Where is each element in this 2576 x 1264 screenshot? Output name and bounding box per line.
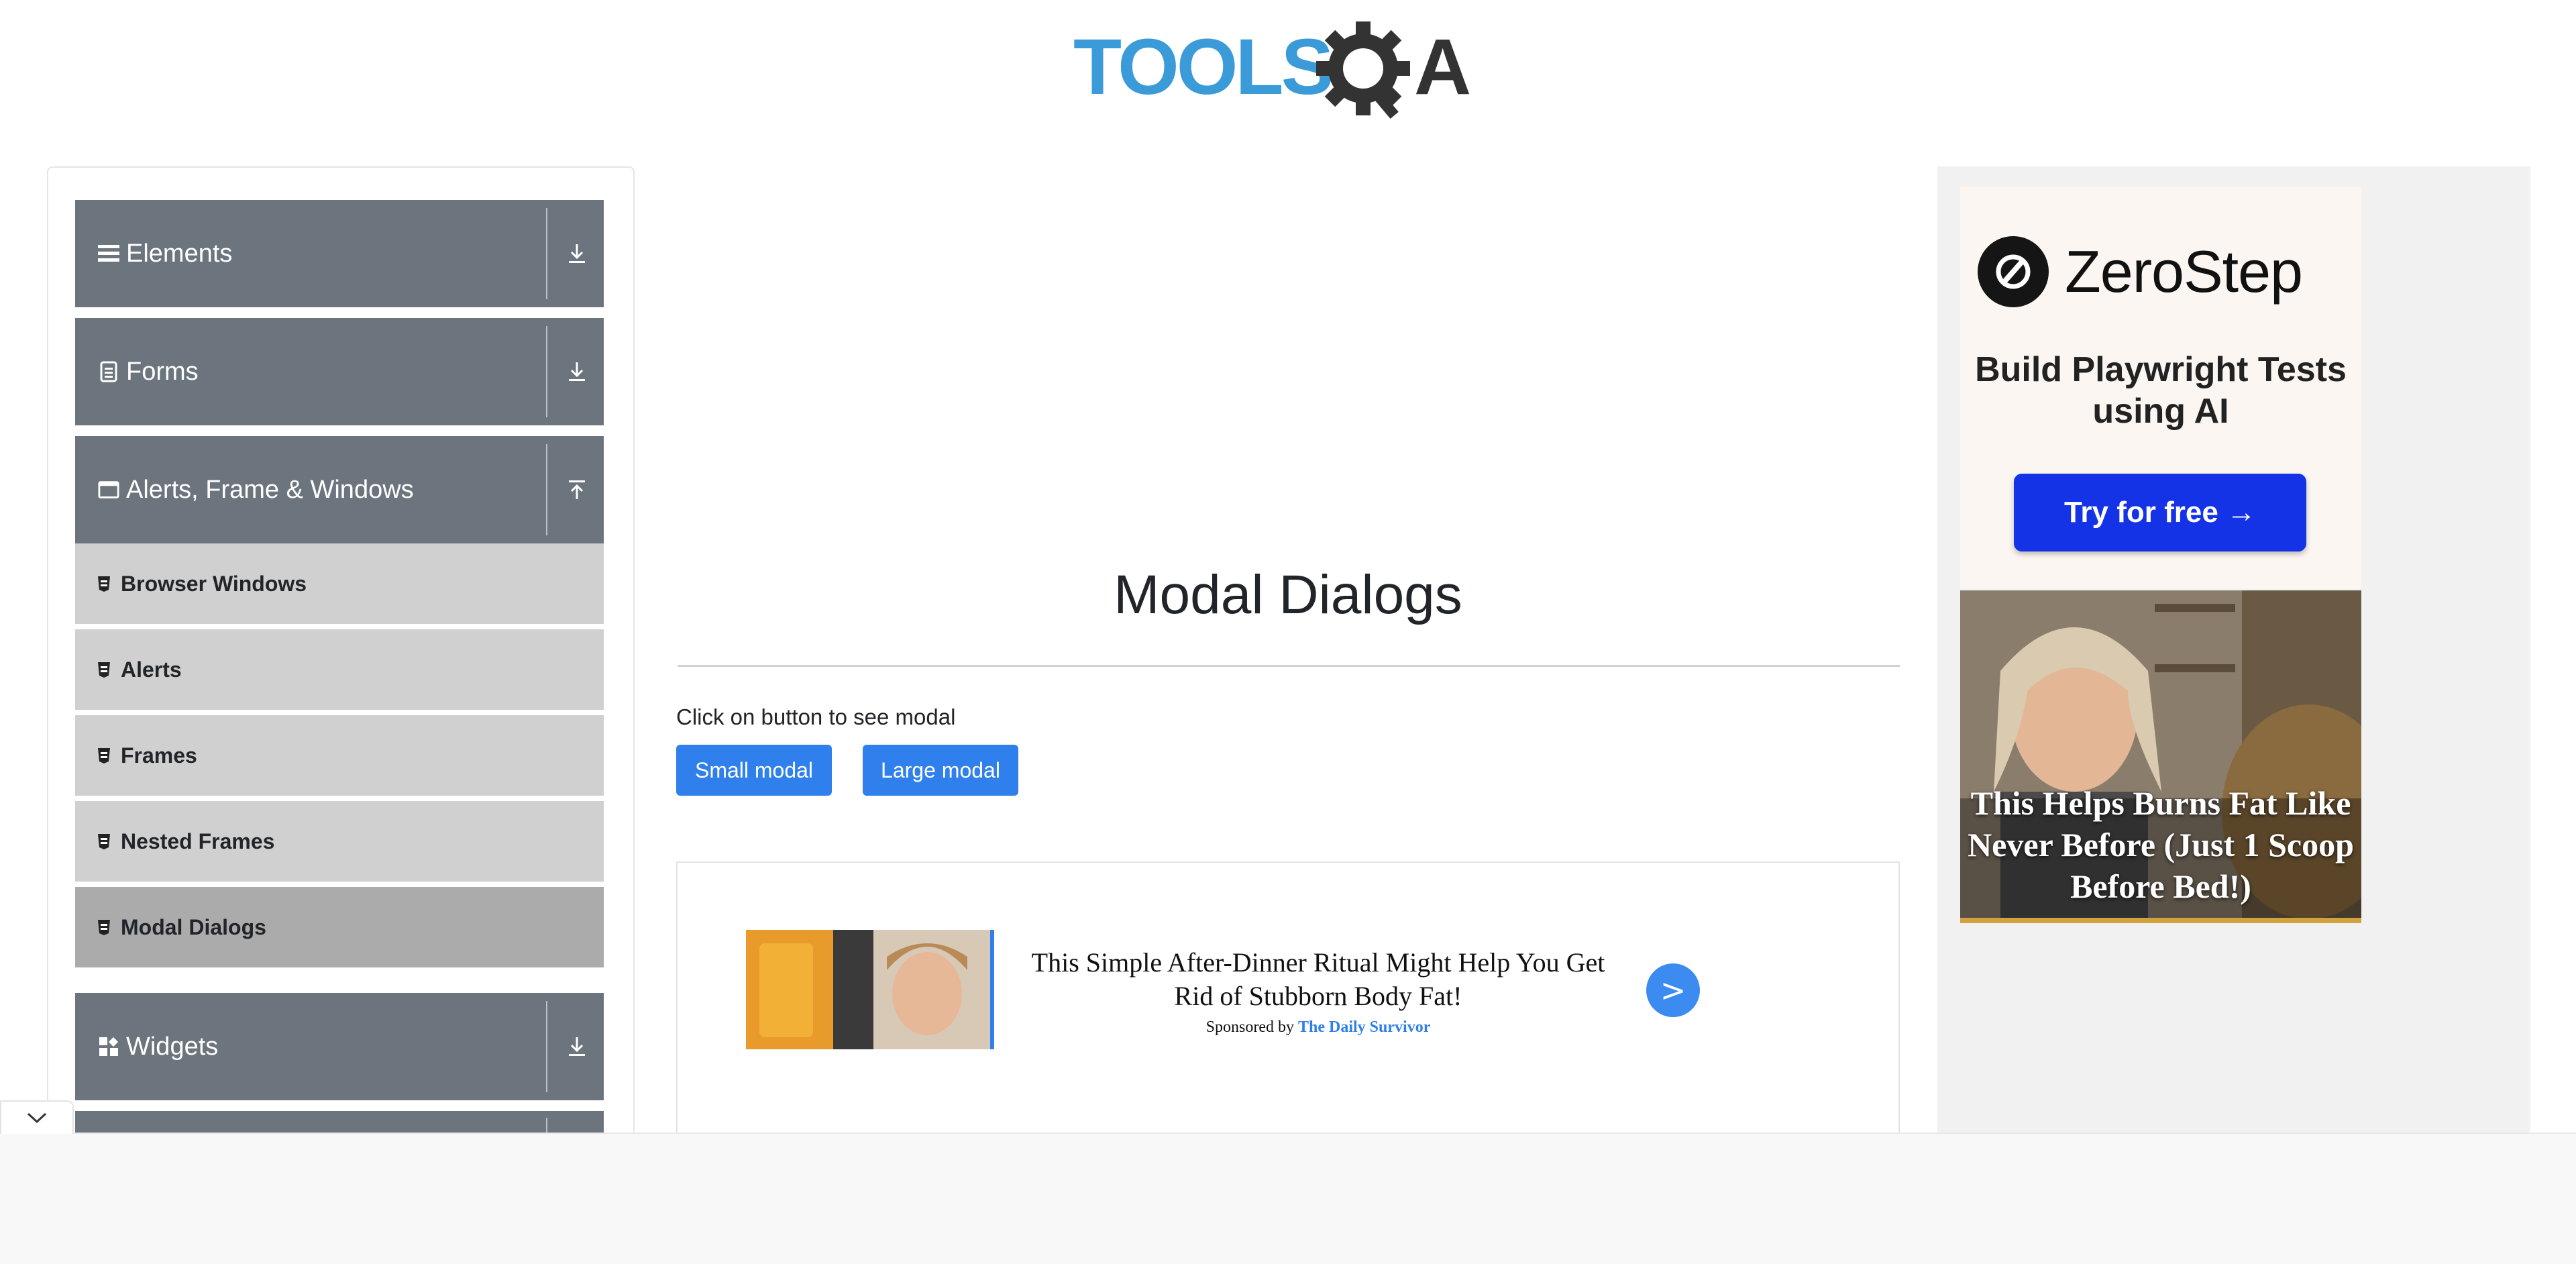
sidebar-item-frames[interactable]: Frames (75, 715, 604, 798)
sidebar-group-elements[interactable]: Elements (75, 200, 604, 307)
sponsor-link[interactable]: The Daily Survivor (1298, 1018, 1430, 1036)
divider (546, 326, 547, 417)
sidebar-item-modal-dialogs[interactable]: Modal Dialogs (75, 887, 604, 970)
divider (546, 208, 547, 299)
zerostep-tagline: Build Playwright Tests using AI (1975, 350, 2347, 431)
document-icon (98, 361, 119, 382)
try-for-free-button[interactable]: Try for free → (2014, 474, 2306, 551)
chevron-down-icon[interactable] (564, 358, 590, 385)
ad-thumbnail-image[interactable] (746, 930, 994, 1049)
chevron-down-icon[interactable] (564, 1033, 590, 1060)
sidebar-item-alerts[interactable]: Alerts (75, 629, 604, 713)
logo-text-tools: TOOLS (1073, 23, 1332, 111)
ad-next-button[interactable]: > (1646, 963, 1700, 1017)
sidebar-item-label: Alerts (121, 657, 182, 682)
page-title: Modal Dialogs (1114, 564, 1462, 625)
sidebar-group-widgets[interactable]: Widgets (75, 993, 604, 1100)
sidebar-group-alerts-frame-windows[interactable]: Alerts, Frame & Windows (75, 436, 604, 543)
sidebar-item-label: Nested Frames (121, 829, 275, 853)
menu-icon (98, 243, 119, 264)
sidebar-item-label: Modal Dialogs (121, 914, 266, 939)
badge-icon (95, 660, 113, 679)
window-icon (98, 479, 119, 501)
badge-icon (95, 574, 113, 593)
sidebar-item-browser-windows[interactable]: Browser Windows (75, 543, 604, 627)
ad-sponsor-line: Sponsored by The Daily Survivor (1020, 1018, 1617, 1037)
sponsored-prefix: Sponsored by (1205, 1018, 1294, 1036)
sidebar-group-label: Widgets (126, 1032, 219, 1061)
toolsqa-logo[interactable]: TOOLS A (1073, 20, 1509, 121)
zerostep-name: ZeroStep (2065, 238, 2303, 305)
chevron-down-icon (27, 1112, 47, 1124)
badge-icon (95, 918, 113, 937)
sidebar-group-label: Forms (126, 357, 199, 386)
bottom-ad-bar (0, 1133, 2576, 1264)
sidebar-item-label: Frames (121, 743, 197, 768)
collapse-ad-button[interactable] (0, 1100, 74, 1134)
sidebar-item-nested-frames[interactable]: Nested Frames (75, 801, 604, 884)
sidebar-group-label: Elements (126, 239, 233, 268)
badge-icon (95, 832, 113, 851)
sidebar-item-label: Browser Windows (121, 571, 307, 596)
title-divider (678, 665, 1900, 667)
large-modal-button[interactable]: Large modal (863, 745, 1018, 796)
ad-headline[interactable]: This Simple After-Dinner Ritual Might He… (1020, 946, 1617, 1013)
badge-icon (95, 746, 113, 765)
instruction-text: Click on button to see modal (676, 704, 956, 729)
sidebar-group-forms[interactable]: Forms (75, 318, 604, 425)
divider (546, 444, 547, 535)
divider (546, 1001, 547, 1092)
sidebar-group-label: Alerts, Frame & Windows (126, 475, 414, 504)
chevron-up-icon[interactable] (564, 476, 590, 503)
chevron-down-icon[interactable] (564, 240, 590, 267)
zerostep-logo-icon (1978, 236, 2049, 307)
promo-ad-text[interactable]: This Helps Burns Fat Like Never Before (… (1960, 782, 2361, 907)
logo-text-a: A (1414, 23, 1471, 111)
small-modal-button[interactable]: Small modal (676, 745, 832, 796)
widgets-icon (98, 1036, 119, 1057)
zerostep-brand[interactable]: ZeroStep (1978, 235, 2353, 309)
